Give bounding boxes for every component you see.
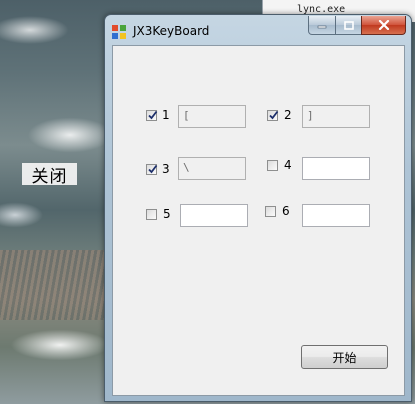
key-2-input[interactable]: ] (302, 105, 370, 128)
key-4-label: 4 (284, 158, 292, 172)
start-button[interactable]: 开始 (301, 345, 388, 369)
key-4-input[interactable] (302, 157, 370, 180)
key-6-label: 6 (282, 204, 290, 218)
checkmark-icon (148, 164, 158, 174)
key-2-label: 2 (284, 108, 292, 122)
key-4-checkbox[interactable] (267, 160, 278, 171)
window-client-area: 1 [ 2 ] 3 \ 4 5 6 开始 (112, 45, 405, 396)
minimize-icon (317, 25, 327, 29)
key-3-input[interactable]: \ (178, 157, 246, 180)
close-icon (378, 20, 389, 30)
key-1-input[interactable]: [ (178, 105, 246, 128)
key-5-label: 5 (163, 207, 171, 221)
key-1-label: 1 (162, 108, 170, 122)
window-title: JX3KeyBoard (133, 24, 210, 38)
key-3-checkbox[interactable] (146, 164, 158, 175)
key-5-input[interactable] (180, 204, 248, 227)
checkmark-icon (148, 110, 158, 120)
key-1-checkbox[interactable] (146, 110, 158, 121)
desktop-close-label[interactable]: 关闭 (22, 163, 77, 187)
key-5-checkbox[interactable] (146, 209, 157, 220)
app-icon (112, 25, 126, 39)
maximize-button[interactable] (335, 16, 362, 35)
title-bar[interactable]: JX3KeyBoard (105, 15, 411, 45)
key-3-label: 3 (162, 162, 170, 176)
key-2-checkbox[interactable] (267, 110, 279, 121)
key-6-checkbox[interactable] (265, 206, 276, 217)
close-button[interactable] (361, 16, 406, 35)
maximize-icon (343, 20, 354, 30)
checkmark-icon (269, 110, 279, 120)
minimize-button[interactable] (308, 16, 336, 35)
key-6-input[interactable] (302, 204, 370, 227)
jx3keyboard-window: JX3KeyBoard 1 [ 2 ] 3 \ 4 5 6 开始 (104, 14, 412, 402)
landscape-town (0, 250, 110, 320)
